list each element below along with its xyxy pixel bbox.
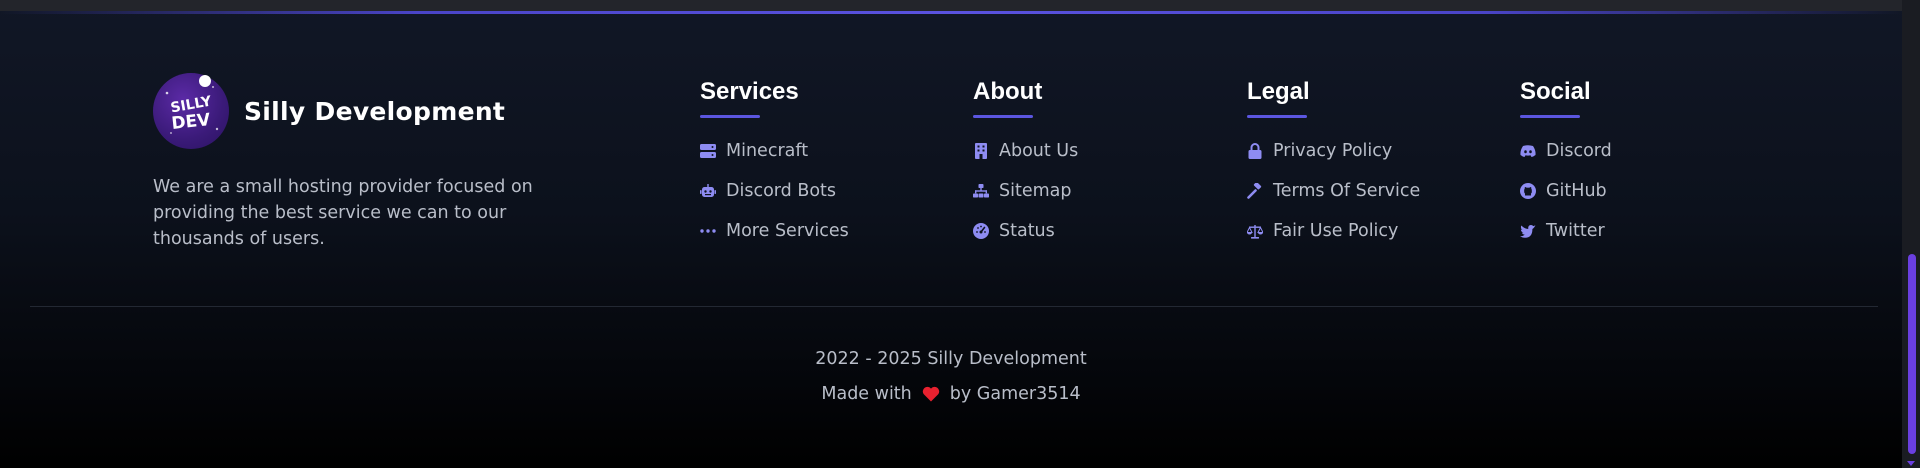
top-strip — [0, 0, 1902, 11]
github-icon — [1520, 183, 1536, 199]
lock-icon — [1247, 143, 1263, 159]
link-label: Discord Bots — [726, 181, 837, 201]
page-scrollbar[interactable] — [1902, 0, 1920, 468]
footer-column-social: Social Discord GitHub Twitter — [1520, 78, 1760, 260]
link-label: Sitemap — [999, 181, 1072, 201]
logo-text-bottom: DEV — [171, 110, 213, 134]
footer-link-fair-use-policy[interactable]: Fair Use Policy — [1247, 220, 1487, 242]
footer-column-services: Services Minecraft Discord Bots More Ser… — [700, 78, 940, 260]
scrollbar-thumb[interactable] — [1908, 254, 1916, 454]
footer-column-about: About About Us Sitemap Status — [973, 78, 1213, 260]
scroll-down-arrow-icon[interactable] — [1907, 461, 1915, 466]
column-links: About Us Sitemap Status — [973, 140, 1213, 242]
footer-link-minecraft[interactable]: Minecraft — [700, 140, 940, 162]
copyright-text: 2022 - 2025 Silly Development — [815, 349, 1087, 369]
column-links: Minecraft Discord Bots More Services — [700, 140, 940, 242]
footer-link-github[interactable]: GitHub — [1520, 180, 1760, 202]
link-label: Minecraft — [726, 141, 809, 161]
footer-divider — [30, 306, 1878, 307]
column-links: Discord GitHub Twitter — [1520, 140, 1760, 242]
link-label: Terms Of Service — [1273, 181, 1421, 201]
column-title: About — [973, 78, 1043, 105]
link-label: Discord — [1546, 141, 1612, 161]
link-label: More Services — [726, 221, 849, 241]
footer-link-discord[interactable]: Discord — [1520, 140, 1760, 162]
footer-link-twitter[interactable]: Twitter — [1520, 220, 1760, 242]
made-suffix[interactable]: by Gamer3514 — [950, 381, 1081, 407]
server-icon — [700, 143, 716, 159]
column-links: Privacy Policy Terms Of Service Fair Use… — [1247, 140, 1487, 242]
ellipsis-icon — [700, 223, 716, 239]
twitter-icon — [1520, 223, 1536, 239]
link-label: Fair Use Policy — [1273, 221, 1399, 241]
robot-icon — [700, 183, 716, 199]
link-label: Status — [999, 221, 1055, 241]
column-underline — [700, 115, 760, 118]
footer-link-about-us[interactable]: About Us — [973, 140, 1213, 162]
column-underline — [1520, 115, 1580, 118]
brand-logo[interactable]: SILLY DEV — [153, 73, 229, 149]
column-title: Legal — [1247, 78, 1310, 105]
link-label: About Us — [999, 141, 1079, 161]
scale-icon — [1247, 223, 1263, 239]
footer-link-privacy-policy[interactable]: Privacy Policy — [1247, 140, 1487, 162]
brand-row[interactable]: SILLY DEV Silly Development — [153, 73, 573, 149]
footer-link-status[interactable]: Status — [973, 220, 1213, 242]
column-underline — [1247, 115, 1307, 118]
column-title: Services — [700, 78, 799, 105]
made-prefix: Made with — [821, 384, 912, 404]
footer-bottom: 2022 - 2025 Silly Development Made with … — [0, 346, 1902, 407]
link-label: GitHub — [1546, 181, 1607, 201]
gauge-icon — [973, 223, 989, 239]
top-accent-line — [0, 11, 1902, 14]
footer-link-discord-bots[interactable]: Discord Bots — [700, 180, 940, 202]
link-label: Privacy Policy — [1273, 141, 1393, 161]
column-underline — [973, 115, 1033, 118]
footer-page: SILLY DEV Silly Development We are a sma… — [0, 0, 1920, 468]
brand-description: We are a small hosting provider focused … — [153, 177, 533, 249]
heart-icon — [922, 386, 940, 402]
brand-section: SILLY DEV Silly Development We are a sma… — [153, 73, 573, 252]
discord-icon — [1520, 143, 1536, 159]
link-label: Twitter — [1546, 221, 1605, 241]
made-with-line: Made with by Gamer3514 — [821, 381, 1080, 407]
footer-link-more-services[interactable]: More Services — [700, 220, 940, 242]
footer-link-sitemap[interactable]: Sitemap — [973, 180, 1213, 202]
logo-icon: SILLY DEV — [165, 75, 219, 134]
building-icon — [973, 143, 989, 159]
footer-column-legal: Legal Privacy Policy Terms Of Service Fa… — [1247, 78, 1487, 260]
footer-link-terms-of-service[interactable]: Terms Of Service — [1247, 180, 1487, 202]
brand-name[interactable]: Silly Development — [244, 97, 505, 126]
sitemap-icon — [973, 183, 989, 199]
column-title: Social — [1520, 78, 1591, 105]
gavel-icon — [1247, 183, 1263, 199]
